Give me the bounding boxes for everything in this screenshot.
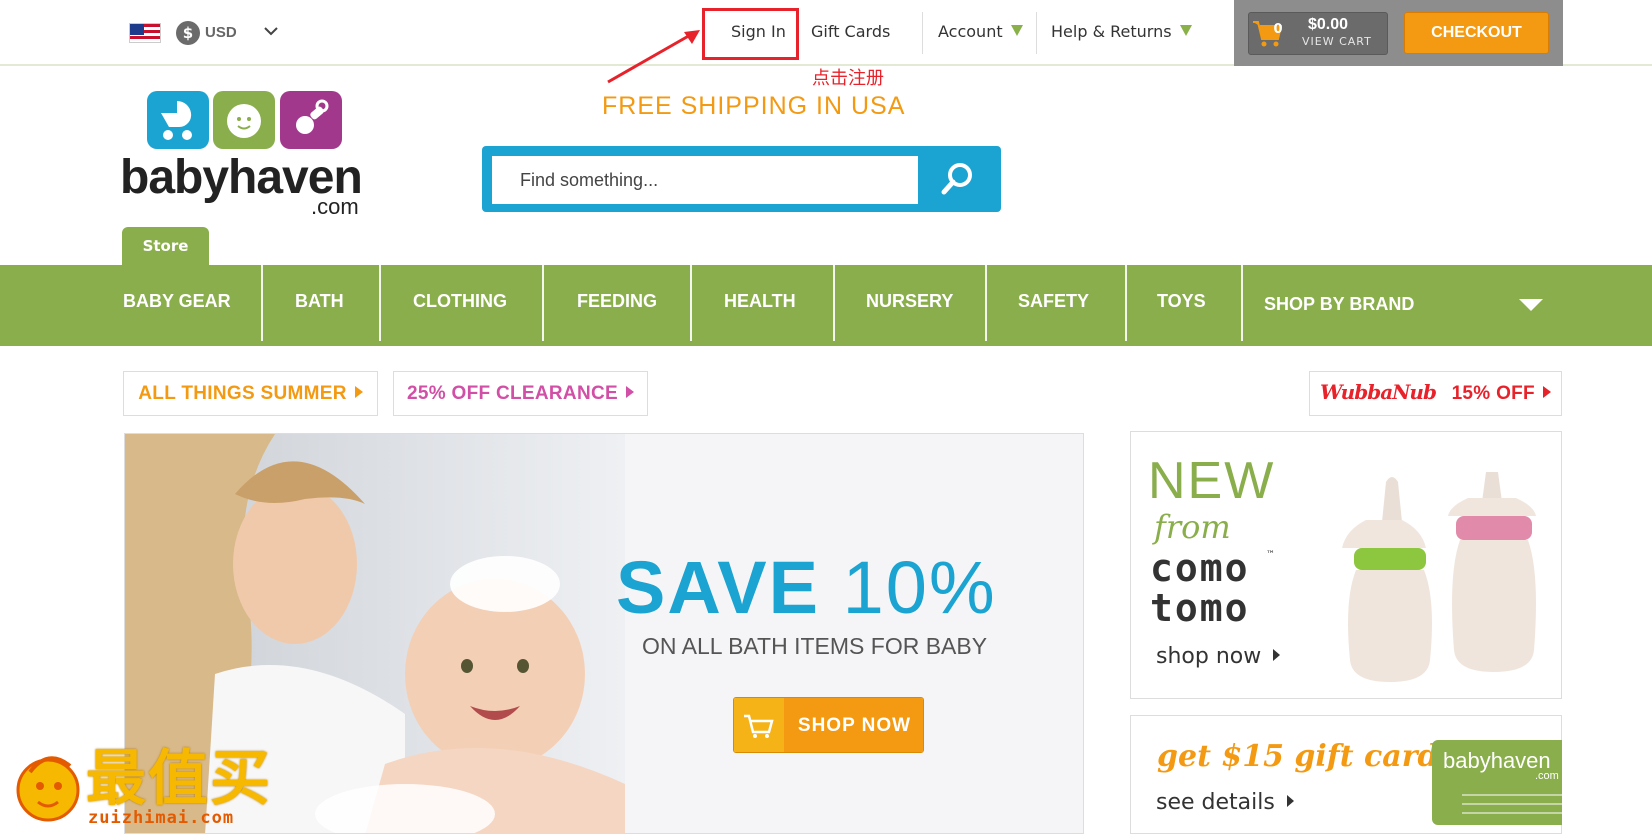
shop-now-link[interactable]: shop now	[1156, 644, 1281, 669]
nav-shop-by-brand[interactable]: SHOP BY BRAND	[1264, 265, 1414, 346]
promo-summer[interactable]: ALL THINGS SUMMER	[123, 371, 378, 416]
shop-now-label: SHOP NOW	[784, 698, 923, 752]
tab-store[interactable]: Store	[122, 227, 209, 265]
account-menu[interactable]: Account	[938, 22, 1023, 41]
hero-save: SAVE	[616, 546, 821, 629]
annotation-note: 点击注册	[812, 68, 884, 89]
hero-headline: SAVE 10%	[616, 545, 997, 630]
checkout-button[interactable]: CHECKOUT	[1404, 12, 1549, 54]
logo-domain: .com	[311, 194, 359, 219]
nav-divider	[379, 265, 381, 341]
help-returns-menu[interactable]: Help & Returns	[1051, 22, 1192, 41]
currency-label[interactable]: USD	[205, 24, 237, 41]
nav-safety[interactable]: SAFETY	[1018, 265, 1089, 346]
nav-divider	[1241, 265, 1243, 341]
dollar-coin-icon: $	[176, 21, 200, 45]
play-triangle-icon	[354, 386, 363, 398]
play-triangle-icon	[1286, 795, 1294, 807]
dropdown-caret-icon[interactable]	[1519, 299, 1543, 311]
cart-icon	[734, 698, 784, 752]
promo-wubbanub-offer: 15% OFF	[1451, 383, 1535, 404]
gift-cards-link[interactable]: Gift Cards	[811, 22, 890, 41]
wubbanub-logo: WubbaNub	[1320, 380, 1437, 404]
chevron-down-icon[interactable]	[264, 24, 278, 38]
play-triangle-icon	[625, 386, 634, 398]
see-details-label: see details	[1156, 790, 1275, 815]
nav-baby-gear[interactable]: BABY GEAR	[123, 265, 231, 346]
nav-clothing[interactable]: CLOTHING	[413, 265, 507, 346]
promo-summer-label: ALL THINGS SUMMER	[138, 383, 347, 404]
promo-clearance-label: 25% OFF CLEARANCE	[407, 383, 618, 404]
divider	[1036, 12, 1037, 54]
stroller-icon	[147, 91, 209, 149]
nav-divider	[833, 265, 835, 341]
nav-feeding[interactable]: FEEDING	[577, 265, 657, 346]
page: $ USD Sign In Gift Cards Account Help & …	[0, 0, 1652, 834]
see-details-link[interactable]: see details	[1156, 790, 1294, 815]
shop-now-link-label: shop now	[1156, 644, 1262, 669]
search-icon[interactable]	[920, 156, 994, 204]
promo-clearance[interactable]: 25% OFF CLEARANCE	[393, 371, 648, 416]
hero-percent: 10%	[842, 546, 997, 629]
divider	[922, 12, 923, 54]
baby-face-icon	[213, 91, 275, 149]
watermark-zh: 最值买	[86, 744, 272, 814]
help-returns-label: Help & Returns	[1051, 22, 1172, 41]
nav-divider	[542, 265, 544, 341]
nav-divider	[985, 265, 987, 341]
trademark-mark: ™	[1266, 550, 1275, 560]
nav-health[interactable]: HEALTH	[724, 265, 796, 346]
pacifier-icon	[280, 91, 342, 149]
new-headline: NEW	[1148, 452, 1276, 510]
cart-count: 0	[1273, 22, 1283, 37]
annotation-arrow-icon	[607, 30, 700, 84]
nav-divider	[690, 265, 692, 341]
account-label: Account	[938, 22, 1003, 41]
us-flag-icon[interactable]	[129, 23, 161, 43]
cart-total: $0.00	[1308, 16, 1349, 33]
nav-divider	[1125, 265, 1127, 341]
comotomo-logo: como tomo	[1150, 548, 1250, 628]
hero-subtitle: ON ALL BATH ITEMS FOR BABY	[642, 633, 988, 659]
sign-in-highlight-box	[702, 8, 799, 60]
comotomo-line1: como	[1150, 546, 1250, 590]
gift-card-headline: get $15 gift card	[1157, 739, 1439, 774]
promo-wubbanub[interactable]: WubbaNub 15% OFF	[1309, 371, 1562, 416]
watermark-en: zuizhimai.com	[88, 808, 235, 828]
triangle-down-icon	[1179, 25, 1192, 36]
nav-toys[interactable]: TOYS	[1157, 265, 1206, 346]
from-label: from	[1154, 508, 1231, 546]
free-shipping-banner: FREE SHIPPING IN USA	[602, 92, 906, 120]
main-nav: BABY GEAR BATH CLOTHING FEEDING HEALTH N…	[0, 265, 1652, 346]
shop-now-button[interactable]: SHOP NOW	[733, 697, 924, 753]
nav-bath[interactable]: BATH	[295, 265, 344, 346]
baby-bottles-image	[1342, 472, 1536, 682]
nav-nursery[interactable]: NURSERY	[866, 265, 953, 346]
search-input[interactable]	[492, 156, 918, 204]
triangle-down-icon	[1010, 25, 1023, 36]
play-triangle-icon	[1273, 649, 1281, 661]
play-triangle-icon	[1542, 386, 1551, 398]
comotomo-line2: tomo	[1150, 586, 1250, 630]
view-cart-label: VIEW CART	[1302, 35, 1372, 48]
nav-divider	[261, 265, 263, 341]
gift-card-domain: .com	[1535, 770, 1559, 782]
